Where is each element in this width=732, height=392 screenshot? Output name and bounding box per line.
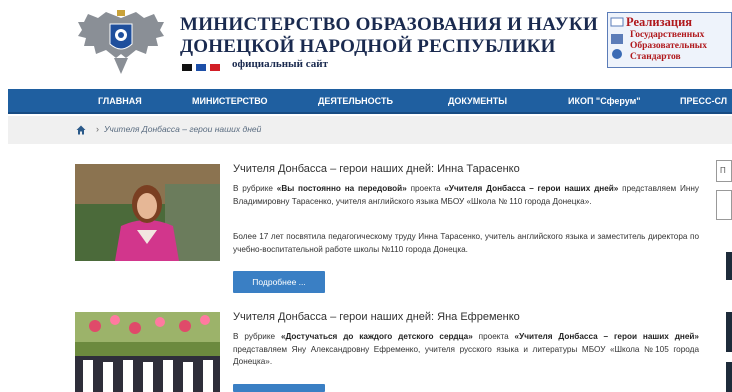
article-title[interactable]: Учителя Донбасса – герои наших дней: Яна…	[233, 311, 520, 323]
eagle-emblem-icon	[78, 10, 164, 74]
banner-line-3: Стандартов	[630, 52, 681, 62]
standards-banner[interactable]: Реализация Государственных Образовательн…	[607, 12, 732, 68]
site-title-line1[interactable]: МИНИСТЕРСТВО ОБРАЗОВАНИЯ И НАУКИ	[180, 14, 598, 36]
article-paragraph-2: Более 17 лет посвятила педагогическому т…	[233, 232, 699, 254]
breadcrumb: › Учителя Донбасса – герои наших дней	[8, 116, 732, 144]
search-fragment[interactable]: П	[716, 160, 732, 182]
side-widget-dark-1[interactable]	[726, 252, 732, 280]
side-widget-fragment	[716, 190, 732, 220]
flag-stripe-blue	[196, 64, 206, 71]
home-icon[interactable]	[76, 125, 86, 135]
banner-heading: Реализация	[626, 15, 693, 29]
project-prefix: проекта	[406, 184, 445, 193]
article-photo-class[interactable]	[75, 312, 220, 392]
rubric-prefix: В рубрике	[233, 332, 281, 341]
breadcrumb-current: Учителя Донбасса – герои наших дней	[104, 124, 262, 134]
article-photo-teacher[interactable]	[75, 164, 220, 261]
book-icon	[610, 17, 624, 59]
breadcrumb-separator: ›	[96, 124, 99, 134]
site-title-line2[interactable]: ДОНЕЦКОЙ НАРОДНОЙ РЕСПУБЛИКИ	[180, 36, 556, 58]
nav-item-sferum[interactable]: ИКОП "Сферум"	[568, 89, 641, 114]
rubric-name: «Достучаться до каждого детского сердца»	[280, 332, 473, 341]
nav-item-documents[interactable]: ДОКУМЕНТЫ	[448, 89, 507, 114]
flag-stripe-black	[182, 64, 192, 71]
nav-item-activity[interactable]: ДЕЯТЕЛЬНОСТЬ	[318, 89, 393, 114]
article-paragraph-1: В рубрике «Достучаться до каждого детско…	[233, 331, 699, 369]
official-site-label: официальный сайт	[232, 58, 328, 70]
article-paragraph-1: В рубрике «Вы постоянно на передовой» пр…	[233, 183, 699, 208]
read-more-button[interactable]: Подробнее ...	[233, 271, 325, 293]
rubric-name: «Вы постоянно на передовой»	[276, 184, 407, 193]
side-widget-dark-3[interactable]	[726, 362, 732, 392]
article-description: представляем Яну Александровну Ефременко…	[233, 344, 699, 367]
read-more-button[interactable]	[233, 384, 325, 392]
project-name: «Учителя Донбасса – герои наших дней»	[444, 184, 619, 193]
main-navigation: ГЛАВНАЯ МИНИСТЕРСТВО ДЕЯТЕЛЬНОСТЬ ДОКУМЕ…	[8, 89, 732, 114]
rubric-prefix: В рубрике	[233, 184, 277, 193]
project-name: «Учителя Донбасса – герои наших дней»	[514, 332, 699, 341]
banner-line-2: Образовательных	[630, 41, 707, 51]
flag-stripe-red	[210, 64, 220, 71]
project-prefix: проекта	[472, 332, 515, 341]
side-widget-dark-2[interactable]	[726, 312, 732, 352]
nav-item-home[interactable]: ГЛАВНАЯ	[98, 89, 142, 114]
nav-item-ministry[interactable]: МИНИСТЕРСТВО	[192, 89, 268, 114]
article-title[interactable]: Учителя Донбасса – герои наших дней: Инн…	[233, 163, 520, 175]
nav-item-press[interactable]: ПРЕСС-СЛ	[680, 89, 727, 114]
banner-line-1: Государственных	[630, 30, 705, 40]
